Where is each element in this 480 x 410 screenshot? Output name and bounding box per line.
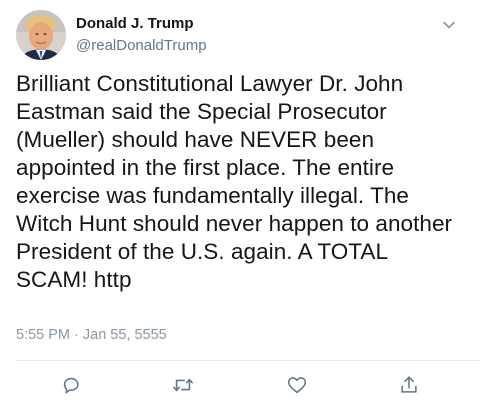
avatar[interactable] [16, 10, 66, 60]
profile-photo [16, 10, 66, 60]
share-icon [398, 374, 420, 396]
tweet-card: Donald J. Trump @realDonaldTrump Brillia… [0, 0, 480, 410]
retweet-icon [171, 374, 195, 396]
tweet-text: Brilliant Constitutional Lawyer Dr. John… [16, 71, 453, 292]
like-button[interactable] [284, 372, 310, 398]
reply-icon [60, 374, 82, 396]
share-button[interactable] [396, 372, 422, 398]
tweet-header: Donald J. Trump @realDonaldTrump [16, 10, 464, 62]
chevron-down-icon[interactable] [440, 16, 458, 34]
tweet-timestamp[interactable]: 5:55 PM · Jan 55, 5555 [16, 326, 167, 344]
display-name[interactable]: Donald J. Trump [76, 15, 207, 33]
divider [16, 360, 480, 361]
heart-icon [286, 374, 308, 396]
author-block[interactable]: Donald J. Trump @realDonaldTrump [76, 15, 207, 55]
user-handle[interactable]: @realDonaldTrump [76, 36, 207, 55]
retweet-button[interactable] [170, 372, 196, 398]
reply-button[interactable] [58, 372, 84, 398]
action-bar [0, 370, 480, 404]
